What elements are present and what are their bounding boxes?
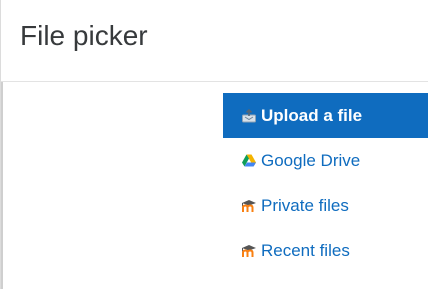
repository-google-drive[interactable]: Google Drive: [223, 138, 428, 183]
repository-label: Upload a file: [261, 105, 363, 125]
dialog-title: File picker: [20, 20, 148, 51]
repository-private-files[interactable]: Private files: [223, 183, 428, 228]
moodle-icon: [241, 243, 257, 259]
dialog-header: File picker: [1, 0, 428, 82]
repository-recent-files[interactable]: Recent files: [223, 228, 428, 273]
repository-label: Private files: [261, 195, 349, 215]
repository-label: Recent files: [261, 240, 350, 260]
repository-list: Upload a file Google Drive Private files…: [223, 93, 428, 273]
file-picker-dialog: File picker Upload a file Google Drive P…: [0, 0, 428, 289]
moodle-icon: [241, 198, 257, 214]
repository-upload-a-file[interactable]: Upload a file: [223, 93, 428, 138]
left-divider: [1, 82, 3, 289]
repository-label: Google Drive: [261, 150, 361, 170]
google-drive-icon: [241, 153, 257, 169]
upload-icon: [241, 108, 257, 124]
